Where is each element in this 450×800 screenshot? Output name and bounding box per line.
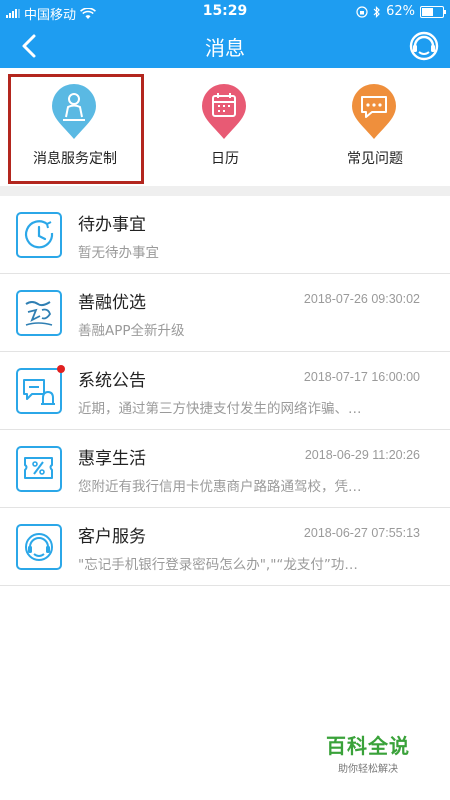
message-title: 惠享生活	[78, 449, 146, 469]
message-subtitle: 暂无待办事宜	[78, 245, 159, 261]
page-title: 消息	[205, 36, 245, 60]
unread-dot	[57, 365, 65, 373]
headset-icon	[16, 524, 62, 570]
section-divider	[0, 186, 450, 196]
message-row-service[interactable]: 客户服务 2018-06-27 07:55:13 "忘记手机银行登录密码怎么办"…	[0, 508, 450, 586]
nav-bar: 消息	[0, 24, 450, 68]
calendar-pin-icon	[202, 84, 246, 139]
quick-action-label: 日历	[211, 151, 239, 167]
message-time: 2018-07-17 16:00:00	[303, 370, 420, 384]
message-title: 系统公告	[78, 371, 146, 391]
message-time: 2018-07-26 09:30:02	[303, 292, 420, 306]
headset-icon[interactable]	[408, 30, 440, 62]
message-subtitle: 近期，通过第三方快捷支付发生的网络诈骗、…	[78, 401, 362, 417]
watermark-subtitle: 助你轻松解决	[338, 764, 398, 775]
message-time: 2018-06-29 11:20:26	[304, 448, 420, 462]
message-row-life[interactable]: 惠享生活 2018-06-29 11:20:26 您附近有我行信用卡优惠商户路路…	[0, 430, 450, 508]
bluetooth-icon	[373, 5, 380, 18]
status-right: 62%	[356, 4, 446, 19]
quick-action-faq[interactable]: 常见问题	[300, 68, 450, 186]
watermark-logo: 百科全说 助你轻松解决	[326, 730, 410, 775]
battery-percent: 62%	[386, 4, 415, 19]
coupon-icon	[16, 446, 62, 492]
message-subtitle: "忘记手机银行登录密码怎么办","“龙支付”功…	[78, 557, 358, 573]
message-title: 客户服务	[78, 527, 146, 547]
bell-bubble-icon	[16, 368, 62, 414]
orientation-lock-icon	[356, 5, 368, 18]
chat-pin-icon	[352, 84, 396, 139]
battery-icon	[420, 5, 446, 18]
highlight-box	[8, 74, 144, 184]
message-subtitle: 您附近有我行信用卡优惠商户路路通驾校，凭…	[78, 479, 362, 495]
message-row-announcement[interactable]: 系统公告 2018-07-17 16:00:00 近期，通过第三方快捷支付发生的…	[0, 352, 450, 430]
message-row-shanrong[interactable]: 善融优选 2018-07-26 09:30:02 善融APP全新升级	[0, 274, 450, 352]
message-row-todo[interactable]: 待办事宜 暂无待办事宜	[0, 196, 450, 274]
battery-fill	[422, 7, 433, 16]
watermark-title: 百科全说	[326, 734, 410, 758]
message-title: 待办事宜	[78, 215, 146, 235]
message-list: 待办事宜 暂无待办事宜 善融优选 2018-07-26 09:30:02 善融A…	[0, 196, 450, 586]
message-time: 2018-06-27 07:55:13	[303, 526, 420, 540]
quick-action-calendar[interactable]: 日历	[150, 68, 300, 186]
message-subtitle: 善融APP全新升级	[78, 323, 185, 339]
status-bar: 中国移动 15:29 62%	[0, 0, 450, 24]
message-title: 善融优选	[78, 293, 146, 313]
quick-action-label: 常见问题	[347, 151, 403, 167]
clock-icon	[16, 212, 62, 258]
shanrong-logo-icon	[16, 290, 62, 336]
